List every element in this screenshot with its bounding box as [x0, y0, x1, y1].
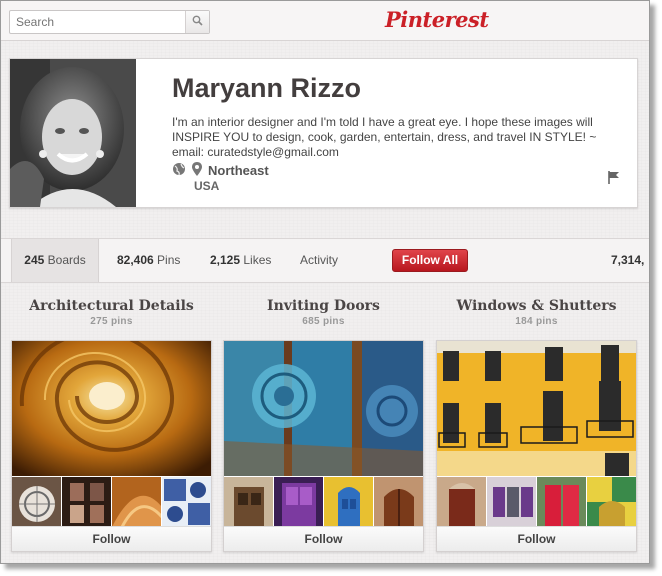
tab-likes[interactable]: 2,125 Likes [210, 239, 271, 282]
board-thumbnail[interactable] [62, 477, 111, 527]
board-card[interactable]: Follow [223, 340, 424, 552]
boards-label: Boards [47, 253, 86, 267]
board-card[interactable]: Follow [436, 340, 637, 552]
board-thumbnail[interactable] [487, 477, 536, 527]
pins-count: 82,406 [117, 253, 154, 267]
board-thumbnails [224, 477, 423, 527]
browser-window: Pinterest [0, 0, 650, 564]
board-thumbnail[interactable] [224, 477, 273, 527]
flag-icon[interactable] [607, 170, 621, 189]
profile-location: Northeast USA [172, 162, 269, 193]
board-thumbnail[interactable] [274, 477, 323, 527]
tab-boards[interactable]: 245 Boards [11, 239, 99, 282]
board-thumbnails [12, 477, 211, 527]
board-title[interactable]: Architectural Details [11, 298, 212, 314]
follow-board-button[interactable]: Follow [12, 526, 211, 551]
location-pin-icon [192, 162, 202, 179]
boards-count: 245 [24, 253, 45, 267]
board-thumbnails [437, 477, 636, 527]
followers-count[interactable]: 7,314, [611, 239, 644, 282]
search-icon [192, 13, 203, 31]
likes-count: 2,125 [210, 253, 241, 267]
board-title[interactable]: Inviting Doors [223, 298, 424, 314]
board-title[interactable]: Windows & Shutters [436, 298, 637, 314]
tab-activity[interactable]: Activity [300, 239, 338, 282]
follow-board-button[interactable]: Follow [437, 526, 636, 551]
search-button[interactable] [185, 11, 209, 33]
board-thumbnail[interactable] [437, 477, 486, 527]
follow-board-button[interactable]: Follow [224, 526, 423, 551]
location-country: USA [194, 179, 220, 193]
search-input[interactable] [10, 11, 186, 33]
board-pin-count: 275 pins [90, 316, 133, 327]
board-architectural-details: Architectural Details 275 pins Follow [11, 298, 212, 552]
board-thumbnail[interactable] [374, 477, 423, 527]
board-cover-image[interactable] [437, 341, 636, 476]
profile-bio: I'm an interior designer and I'm told I … [172, 115, 597, 159]
board-card[interactable]: Follow [11, 340, 212, 552]
top-bar: Pinterest [1, 1, 649, 41]
board-inviting-doors: Inviting Doors 685 pins Follow [223, 298, 424, 552]
profile-card: Maryann Rizzo I'm an interior designer a… [9, 58, 638, 208]
follow-all-button[interactable]: Follow All [392, 249, 468, 272]
board-cover-image[interactable] [224, 341, 423, 476]
board-pin-count: 685 pins [302, 316, 345, 327]
likes-label: Likes [243, 253, 272, 267]
board-windows-shutters: Windows & Shutters 184 pins Follow [436, 298, 637, 552]
board-thumbnail[interactable] [537, 477, 586, 527]
board-thumbnail[interactable] [162, 477, 211, 527]
board-thumbnail[interactable] [587, 477, 636, 527]
pinterest-logo[interactable]: Pinterest [385, 7, 489, 32]
avatar[interactable] [10, 59, 136, 207]
board-pin-count: 184 pins [515, 316, 558, 327]
board-thumbnail[interactable] [324, 477, 373, 527]
globe-icon[interactable] [172, 162, 186, 179]
tab-pins[interactable]: 82,406 Pins [117, 239, 180, 282]
board-thumbnail[interactable] [112, 477, 161, 527]
location-line-1: Northeast [172, 162, 269, 179]
board-cover-image[interactable] [12, 341, 211, 476]
search-box [9, 10, 210, 34]
profile-stats-bar: 245 Boards 82,406 Pins 2,125 Likes Activ… [1, 238, 649, 283]
profile-name: Maryann Rizzo [172, 73, 362, 103]
board-thumbnail[interactable] [12, 477, 61, 527]
pins-label: Pins [157, 253, 181, 267]
location-region: Northeast [208, 163, 269, 178]
